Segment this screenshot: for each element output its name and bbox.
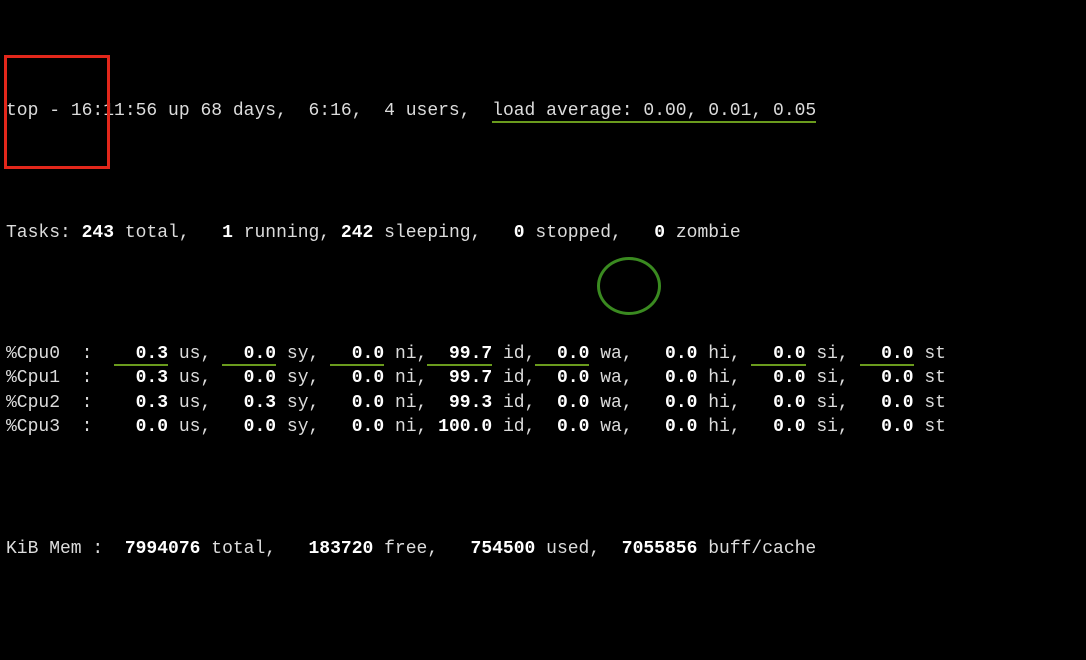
tasks-total: 243: [82, 223, 114, 243]
cpu-line-3: %Cpu3 : 0.0 us, 0.0 sy, 0.0 ni, 100.0 id…: [6, 415, 1080, 439]
mem-free: 183720: [308, 539, 373, 559]
top-summary-line: top - 16:11:56 up 68 days, 6:16, 4 users…: [6, 99, 1080, 123]
load-values: 0.00, 0.01, 0.05: [643, 101, 816, 121]
tasks-label: Tasks:: [6, 223, 71, 243]
mem-line: KiB Mem : 7994076 total, 183720 free, 75…: [6, 537, 1080, 561]
tasks-running: 1: [222, 223, 233, 243]
mem-label: KiB Mem :: [6, 539, 103, 559]
users-count: 4: [384, 101, 395, 121]
tasks-zombie: 0: [654, 223, 665, 243]
up-label: up: [157, 101, 200, 121]
cpu-line-1: %Cpu1 : 0.3 us, 0.0 sy, 0.0 ni, 99.7 id,…: [6, 366, 1080, 390]
cpu-column-highlight-circle: [597, 257, 661, 315]
mem-total: 7994076: [125, 539, 201, 559]
cpu-line-2: %Cpu2 : 0.3 us, 0.3 sy, 0.0 ni, 99.3 id,…: [6, 391, 1080, 415]
users-label: users: [406, 101, 460, 121]
mem-used: 754500: [471, 539, 536, 559]
uptime: 68 days, 6:16: [200, 101, 351, 121]
tasks-line: Tasks: 243 total, 1 running, 242 sleepin…: [6, 221, 1080, 245]
terminal[interactable]: top - 16:11:56 up 68 days, 6:16, 4 users…: [0, 0, 1086, 660]
top-time: 16:11:56: [71, 101, 157, 121]
cpu-line-0: %Cpu0 : 0.3 us, 0.0 sy, 0.0 ni, 99.7 id,…: [6, 342, 1080, 366]
load-label: load average:: [492, 101, 632, 121]
tasks-stopped: 0: [514, 223, 525, 243]
top-prefix: top -: [6, 101, 71, 121]
tasks-sleeping: 242: [341, 223, 373, 243]
mem-buff: 7055856: [622, 539, 698, 559]
